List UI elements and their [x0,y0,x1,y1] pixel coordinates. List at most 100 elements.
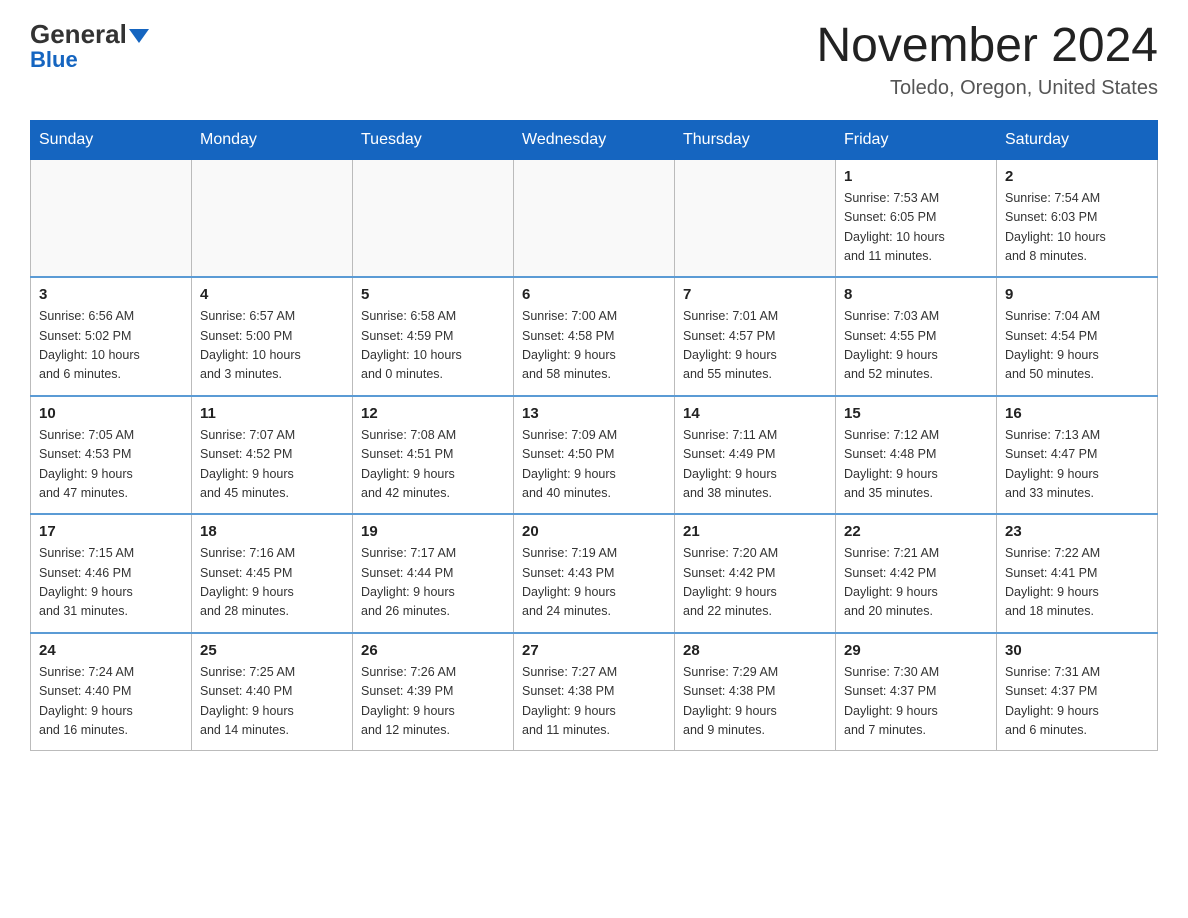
page-header: General Blue November 2024 Toledo, Orego… [30,20,1158,100]
day-number: 8 [844,286,988,303]
calendar-cell: 11 Sunrise: 7:07 AM Sunset: 4:52 PM Dayli… [192,396,353,515]
day-info: Sunrise: 7:01 AM Sunset: 4:57 PM Dayligh… [683,307,827,385]
day-number: 11 [200,405,344,422]
day-number: 26 [361,642,505,659]
day-number: 9 [1005,286,1149,303]
day-info: Sunrise: 7:53 AM Sunset: 6:05 PM Dayligh… [844,189,988,267]
day-info: Sunrise: 7:21 AM Sunset: 4:42 PM Dayligh… [844,544,988,622]
day-info: Sunrise: 7:22 AM Sunset: 4:41 PM Dayligh… [1005,544,1149,622]
day-info: Sunrise: 7:15 AM Sunset: 4:46 PM Dayligh… [39,544,183,622]
calendar-cell: 17 Sunrise: 7:15 AM Sunset: 4:46 PM Dayli… [31,514,192,633]
calendar-cell [192,159,353,277]
calendar-cell: 9Sunrise: 7:04 AM Sunset: 4:54 PM Daylig… [997,277,1158,396]
day-number: 18 [200,523,344,540]
day-number: 23 [1005,523,1149,540]
calendar-cell: 1 Sunrise: 7:53 AM Sunset: 6:05 PM Daylig… [836,159,997,277]
calendar-cell: 3 Sunrise: 6:56 AM Sunset: 5:02 PM Daylig… [31,277,192,396]
logo: General Blue [30,20,149,73]
day-number: 21 [683,523,827,540]
day-number: 28 [683,642,827,659]
day-info: Sunrise: 7:25 AM Sunset: 4:40 PM Dayligh… [200,663,344,741]
calendar-cell: 27Sunrise: 7:27 AM Sunset: 4:38 PM Dayli… [514,633,675,751]
day-info: Sunrise: 7:03 AM Sunset: 4:55 PM Dayligh… [844,307,988,385]
calendar-table: SundayMondayTuesdayWednesdayThursdayFrid… [30,120,1158,752]
calendar-cell: 23 Sunrise: 7:22 AM Sunset: 4:41 PM Dayli… [997,514,1158,633]
day-info: Sunrise: 7:07 AM Sunset: 4:52 PM Dayligh… [200,426,344,504]
calendar-week-row: 1 Sunrise: 7:53 AM Sunset: 6:05 PM Daylig… [31,159,1158,277]
day-info: Sunrise: 7:17 AM Sunset: 4:44 PM Dayligh… [361,544,505,622]
calendar-cell: 8 Sunrise: 7:03 AM Sunset: 4:55 PM Daylig… [836,277,997,396]
calendar-cell: 10 Sunrise: 7:05 AM Sunset: 4:53 PM Dayli… [31,396,192,515]
day-info: Sunrise: 7:11 AM Sunset: 4:49 PM Dayligh… [683,426,827,504]
calendar-cell: 2 Sunrise: 7:54 AM Sunset: 6:03 PM Daylig… [997,159,1158,277]
day-number: 19 [361,523,505,540]
day-number: 7 [683,286,827,303]
logo-blue: Blue [30,47,78,73]
weekday-header-wednesday: Wednesday [514,120,675,159]
day-info: Sunrise: 6:56 AM Sunset: 5:02 PM Dayligh… [39,307,183,385]
calendar-cell: 24 Sunrise: 7:24 AM Sunset: 4:40 PM Dayli… [31,633,192,751]
day-info: Sunrise: 7:12 AM Sunset: 4:48 PM Dayligh… [844,426,988,504]
calendar-cell: 4 Sunrise: 6:57 AM Sunset: 5:00 PM Daylig… [192,277,353,396]
calendar-cell: 20Sunrise: 7:19 AM Sunset: 4:43 PM Dayli… [514,514,675,633]
calendar-week-row: 17 Sunrise: 7:15 AM Sunset: 4:46 PM Dayli… [31,514,1158,633]
calendar-cell: 30Sunrise: 7:31 AM Sunset: 4:37 PM Dayli… [997,633,1158,751]
day-number: 25 [200,642,344,659]
calendar-cell [675,159,836,277]
weekday-header-monday: Monday [192,120,353,159]
calendar-week-row: 3 Sunrise: 6:56 AM Sunset: 5:02 PM Daylig… [31,277,1158,396]
calendar-cell: 29 Sunrise: 7:30 AM Sunset: 4:37 PM Dayli… [836,633,997,751]
weekday-header-tuesday: Tuesday [353,120,514,159]
calendar-cell: 15 Sunrise: 7:12 AM Sunset: 4:48 PM Dayli… [836,396,997,515]
day-info: Sunrise: 7:00 AM Sunset: 4:58 PM Dayligh… [522,307,666,385]
day-number: 3 [39,286,183,303]
weekday-header-row: SundayMondayTuesdayWednesdayThursdayFrid… [31,120,1158,159]
logo-triangle-icon [129,29,149,43]
day-number: 10 [39,405,183,422]
calendar-cell: 18Sunrise: 7:16 AM Sunset: 4:45 PM Dayli… [192,514,353,633]
day-info: Sunrise: 7:13 AM Sunset: 4:47 PM Dayligh… [1005,426,1149,504]
day-number: 29 [844,642,988,659]
day-number: 1 [844,168,988,185]
day-number: 2 [1005,168,1149,185]
calendar-cell: 14 Sunrise: 7:11 AM Sunset: 4:49 PM Dayli… [675,396,836,515]
calendar-cell: 22Sunrise: 7:21 AM Sunset: 4:42 PM Dayli… [836,514,997,633]
calendar-cell [353,159,514,277]
day-info: Sunrise: 7:24 AM Sunset: 4:40 PM Dayligh… [39,663,183,741]
day-info: Sunrise: 7:54 AM Sunset: 6:03 PM Dayligh… [1005,189,1149,267]
calendar-week-row: 10 Sunrise: 7:05 AM Sunset: 4:53 PM Dayli… [31,396,1158,515]
location-title: Toledo, Oregon, United States [816,77,1158,100]
calendar-cell: 21Sunrise: 7:20 AM Sunset: 4:42 PM Dayli… [675,514,836,633]
day-info: Sunrise: 7:30 AM Sunset: 4:37 PM Dayligh… [844,663,988,741]
day-info: Sunrise: 7:08 AM Sunset: 4:51 PM Dayligh… [361,426,505,504]
calendar-week-row: 24 Sunrise: 7:24 AM Sunset: 4:40 PM Dayli… [31,633,1158,751]
weekday-header-friday: Friday [836,120,997,159]
day-info: Sunrise: 7:31 AM Sunset: 4:37 PM Dayligh… [1005,663,1149,741]
calendar-cell: 7 Sunrise: 7:01 AM Sunset: 4:57 PM Daylig… [675,277,836,396]
calendar-cell: 16 Sunrise: 7:13 AM Sunset: 4:47 PM Dayli… [997,396,1158,515]
day-number: 13 [522,405,666,422]
day-info: Sunrise: 6:58 AM Sunset: 4:59 PM Dayligh… [361,307,505,385]
calendar-cell: 26 Sunrise: 7:26 AM Sunset: 4:39 PM Dayli… [353,633,514,751]
calendar-cell: 28 Sunrise: 7:29 AM Sunset: 4:38 PM Dayli… [675,633,836,751]
weekday-header-thursday: Thursday [675,120,836,159]
day-info: Sunrise: 7:29 AM Sunset: 4:38 PM Dayligh… [683,663,827,741]
day-number: 5 [361,286,505,303]
day-number: 4 [200,286,344,303]
day-number: 24 [39,642,183,659]
day-number: 15 [844,405,988,422]
day-number: 17 [39,523,183,540]
calendar-cell [514,159,675,277]
day-number: 16 [1005,405,1149,422]
calendar-cell: 19 Sunrise: 7:17 AM Sunset: 4:44 PM Dayli… [353,514,514,633]
day-number: 27 [522,642,666,659]
calendar-cell: 5 Sunrise: 6:58 AM Sunset: 4:59 PM Daylig… [353,277,514,396]
calendar-cell: 6Sunrise: 7:00 AM Sunset: 4:58 PM Daylig… [514,277,675,396]
day-info: Sunrise: 7:26 AM Sunset: 4:39 PM Dayligh… [361,663,505,741]
day-info: Sunrise: 6:57 AM Sunset: 5:00 PM Dayligh… [200,307,344,385]
day-info: Sunrise: 7:19 AM Sunset: 4:43 PM Dayligh… [522,544,666,622]
title-section: November 2024 Toledo, Oregon, United Sta… [816,20,1158,100]
day-number: 14 [683,405,827,422]
day-info: Sunrise: 7:05 AM Sunset: 4:53 PM Dayligh… [39,426,183,504]
day-info: Sunrise: 7:09 AM Sunset: 4:50 PM Dayligh… [522,426,666,504]
